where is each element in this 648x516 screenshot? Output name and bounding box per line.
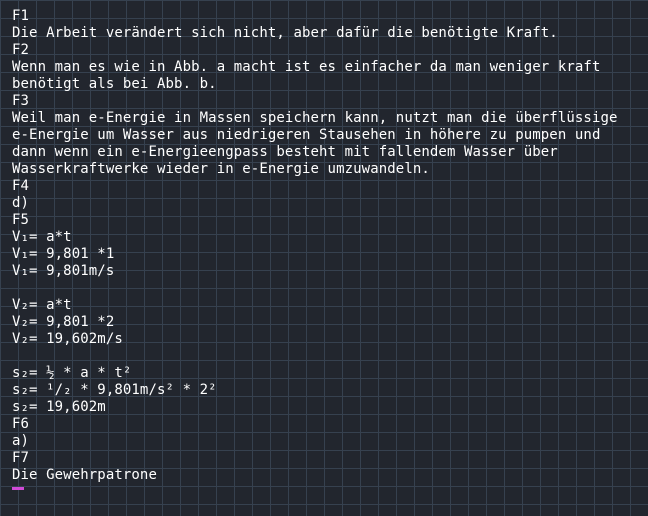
editor-line-empty bbox=[12, 280, 642, 297]
editor-line: Die Arbeit verändert sich nicht, aber da… bbox=[12, 25, 558, 41]
editor-line: F3 bbox=[12, 93, 30, 109]
editor-line: V₂= 9,801 *2 bbox=[12, 314, 115, 330]
editor-line: Weil man e-Energie in Massen speichern k… bbox=[12, 110, 618, 126]
text-cursor bbox=[12, 487, 24, 490]
editor-line: s₂= ½ * a * t² bbox=[12, 365, 132, 381]
editor-line: V₁= 9,801 *1 bbox=[12, 246, 115, 262]
editor-line: F6 bbox=[12, 416, 30, 432]
editor-line-empty bbox=[12, 348, 642, 365]
text-editor[interactable]: F1 Die Arbeit verändert sich nicht, aber… bbox=[12, 8, 642, 508]
editor-line: Wasserkraftwerke wieder in e-Energie umz… bbox=[12, 161, 430, 177]
editor-line: V₁= a*t bbox=[12, 229, 72, 245]
editor-line: s₂= ¹/₂ * 9,801m/s² * 2² bbox=[12, 382, 217, 398]
editor-line: F7 bbox=[12, 450, 30, 466]
editor-line: e-Energie um Wasser aus niedrigeren Stau… bbox=[12, 127, 601, 143]
editor-line: V₁= 9,801m/s bbox=[12, 263, 115, 279]
editor-line: F4 bbox=[12, 178, 30, 194]
editor-line: benötigt als bei Abb. b. bbox=[12, 76, 217, 92]
editor-line: F1 bbox=[12, 8, 30, 24]
editor-line: V₂= 19,602m/s bbox=[12, 331, 123, 347]
editor-line: Die Gewehrpatrone bbox=[12, 467, 157, 483]
editor-line: dann wenn ein e-Energieengpass besteht m… bbox=[12, 144, 558, 160]
editor-line: V₂= a*t bbox=[12, 297, 72, 313]
editor-line: F5 bbox=[12, 212, 30, 228]
editor-line: s₂= 19,602m bbox=[12, 399, 106, 415]
editor-line: a) bbox=[12, 433, 30, 449]
editor-line: Wenn man es wie in Abb. a macht ist es e… bbox=[12, 59, 601, 75]
editor-line: F2 bbox=[12, 42, 30, 58]
editor-line: d) bbox=[12, 195, 30, 211]
